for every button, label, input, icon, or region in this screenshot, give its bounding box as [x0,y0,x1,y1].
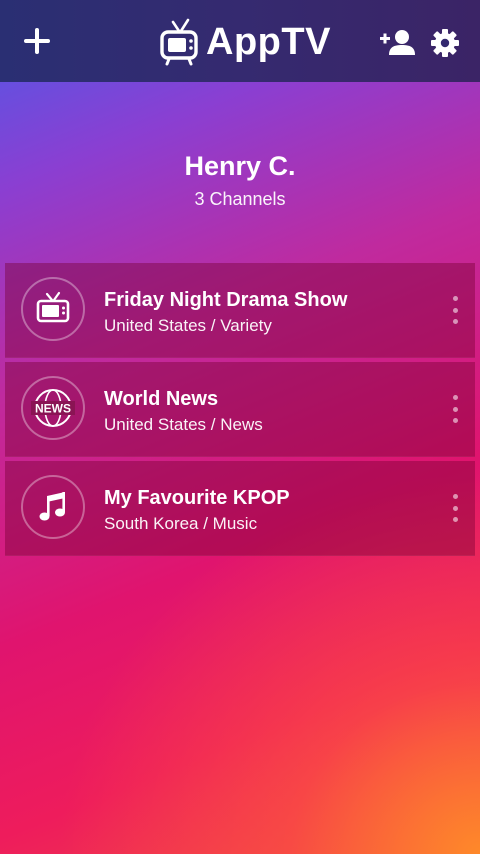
news-icon-text: NEWS [35,402,71,416]
channel-title: My Favourite KPOP [104,487,290,509]
app-brand: AppTV [160,16,331,68]
channel-subtitle: South Korea / Music [104,514,258,533]
add-channel-button[interactable] [22,26,52,56]
more-options-icon[interactable] [447,296,463,324]
settings-button[interactable] [430,28,460,58]
music-note-icon [39,492,65,521]
tv-icon [160,18,198,66]
channel-title: Friday Night Drama Show [104,289,348,311]
channel-subtitle: United States / Variety [104,316,272,335]
more-options-icon[interactable] [447,494,463,522]
profile-name: Henry C. [184,151,296,181]
channel-list: Friday Night Drama Show United States / … [5,263,475,560]
channel-subtitle: United States / News [104,415,263,434]
channel-row[interactable]: My Favourite KPOP South Korea / Music [5,461,475,556]
channel-title: World News [104,388,219,410]
channel-avatar [21,475,85,539]
add-user-button[interactable] [380,28,416,58]
top-bar: AppTV [0,0,480,82]
channel-count: 3 Channels [194,189,286,209]
news-globe-icon: NEWS [31,389,75,427]
more-options-icon[interactable] [447,395,463,423]
channel-row[interactable]: NEWS World News United States / News [5,362,475,457]
profile-header: Henry C. 3 Channels [0,148,480,212]
channel-row[interactable]: Friday Night Drama Show United States / … [5,263,475,358]
app-title: AppTV [206,21,331,63]
channel-avatar: NEWS [21,376,85,440]
add-user-icon [380,30,415,55]
channel-avatar [21,277,85,341]
gear-icon [431,29,459,57]
tv-icon [36,291,70,323]
